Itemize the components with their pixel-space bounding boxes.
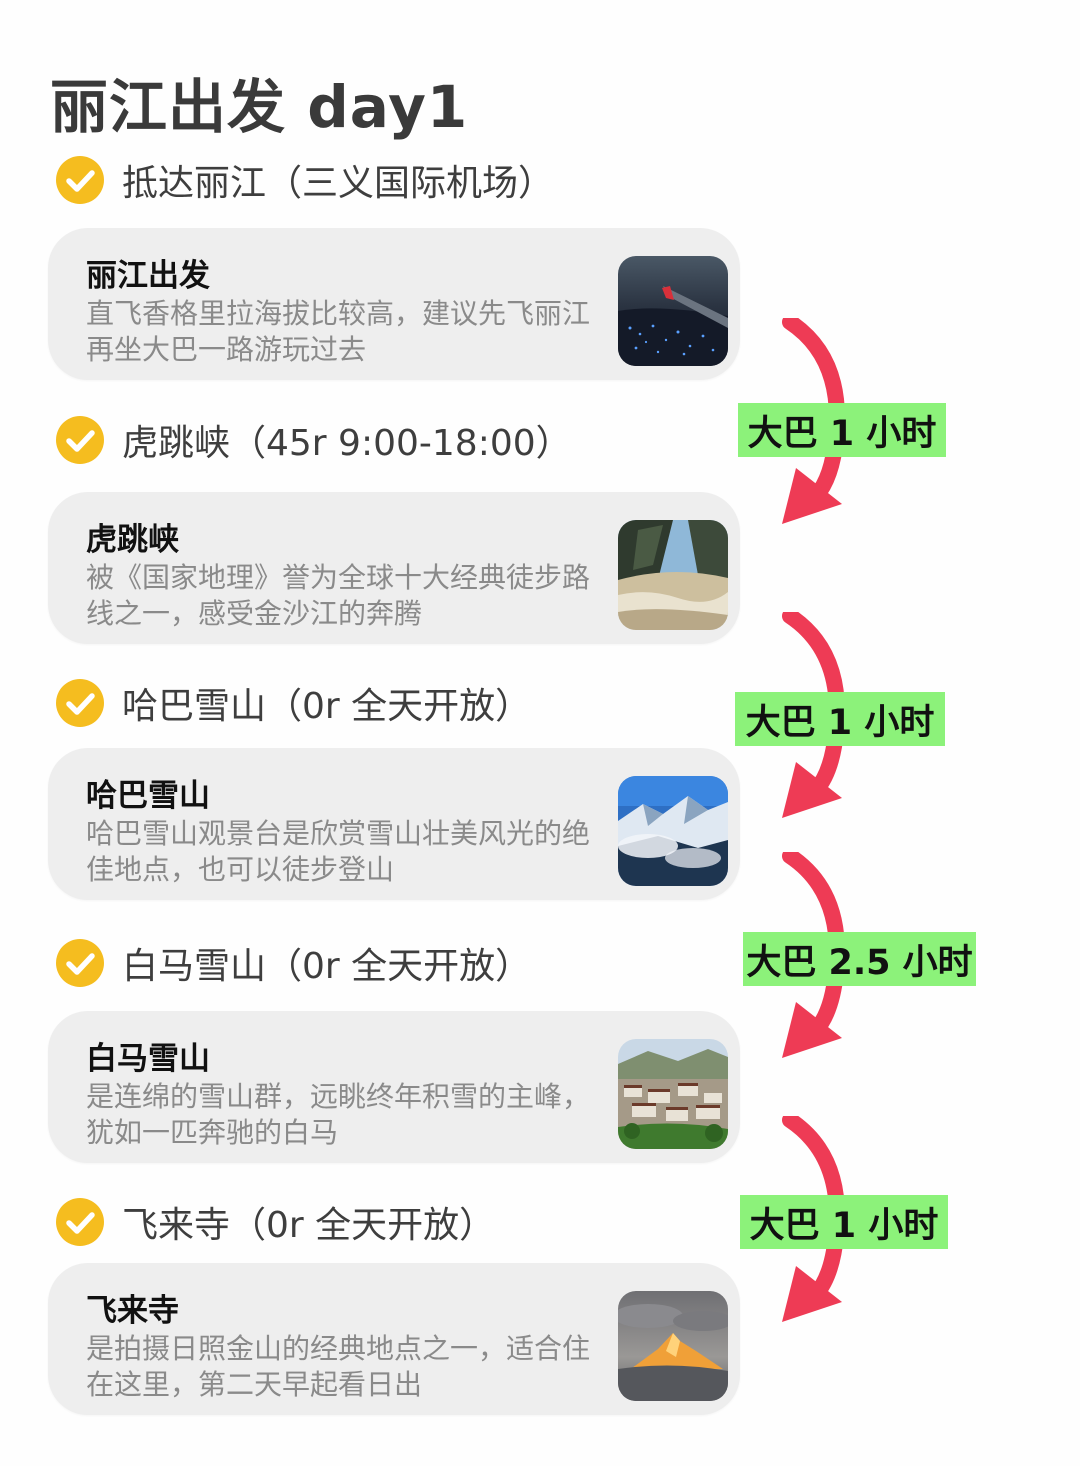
card-tiger-leaping-gorge[interactable]: 虎跳峡 被《国家地理》誉为全球十大经典徒步路线之一，感受金沙江的奔腾	[48, 492, 740, 644]
card-lijiang[interactable]: 丽江出发 直飞香格里拉海拔比较高，建议先飞丽江再坐大巴一路游玩过去	[48, 228, 740, 380]
check-icon	[56, 939, 104, 987]
step-heading-2: 虎跳峡（45r 9:00-18:00）	[56, 415, 572, 465]
check-icon	[56, 1198, 104, 1246]
card-feilai-temple[interactable]: 飞来寺 是拍摄日照金山的经典地点之一，适合住在这里，第二天早起看日出	[48, 1263, 740, 1415]
step-title: 飞来寺（0r 全天开放）	[122, 1205, 496, 1246]
step-title: 哈巴雪山（0r 全天开放）	[122, 686, 532, 727]
card-description: 是拍摄日照金山的经典地点之一，适合住在这里，第二天早起看日出	[86, 1332, 591, 1401]
page-title: 丽江出发 day1	[50, 73, 469, 141]
step-heading-4: 白马雪山（0r 全天开放）	[56, 938, 531, 988]
card-title: 虎跳峡	[86, 522, 179, 558]
card-description: 被《国家地理》誉为全球十大经典徒步路线之一，感受金沙江的奔腾	[86, 561, 591, 630]
transfer-label: 大巴 2.5 小时	[743, 932, 976, 986]
check-icon	[56, 679, 104, 727]
card-title: 飞来寺	[86, 1293, 179, 1329]
transfer-label: 大巴 1 小时	[735, 692, 945, 746]
step-title: 虎跳峡（45r 9:00-18:00）	[122, 423, 572, 464]
step-heading-5: 飞来寺（0r 全天开放）	[56, 1197, 495, 1247]
card-title: 白马雪山	[86, 1041, 210, 1077]
step-heading-3: 哈巴雪山（0r 全天开放）	[56, 678, 531, 728]
card-baima-snow-mountain[interactable]: 白马雪山 是连绵的雪山群，远眺终年积雪的主峰，犹如一匹奔驰的白马	[48, 1011, 740, 1163]
transfer-label: 大巴 1 小时	[738, 403, 946, 457]
golden-peak-sunrise-icon	[618, 1291, 728, 1401]
step-title: 抵达丽江（三义国际机场）	[122, 163, 555, 204]
card-title: 哈巴雪山	[86, 778, 210, 814]
airplane-window-night-city-icon	[618, 256, 728, 366]
card-haba-snow-mountain[interactable]: 哈巴雪山 哈巴雪山观景台是欣赏雪山壮美风光的绝佳地点，也可以徒步登山	[48, 748, 740, 900]
step-heading-1: 抵达丽江（三义国际机场）	[56, 155, 554, 205]
card-title: 丽江出发	[86, 258, 210, 294]
mountain-village-icon	[618, 1039, 728, 1149]
gorge-river-rapids-icon	[618, 520, 728, 630]
card-description: 是连绵的雪山群，远眺终年积雪的主峰，犹如一匹奔驰的白马	[86, 1080, 591, 1149]
check-icon	[56, 416, 104, 464]
check-icon	[56, 156, 104, 204]
itinerary-page: 丽江出发 day1 抵达丽江（三义国际机场） 丽江出发 直飞香格里拉海拔比较高，…	[0, 0, 1080, 1466]
step-title: 白马雪山（0r 全天开放）	[122, 946, 532, 987]
transfer-label: 大巴 1 小时	[740, 1195, 948, 1249]
snow-mountain-clouds-icon	[618, 776, 728, 886]
card-description: 哈巴雪山观景台是欣赏雪山壮美风光的绝佳地点，也可以徒步登山	[86, 817, 591, 886]
card-description: 直飞香格里拉海拔比较高，建议先飞丽江再坐大巴一路游玩过去	[86, 297, 591, 366]
